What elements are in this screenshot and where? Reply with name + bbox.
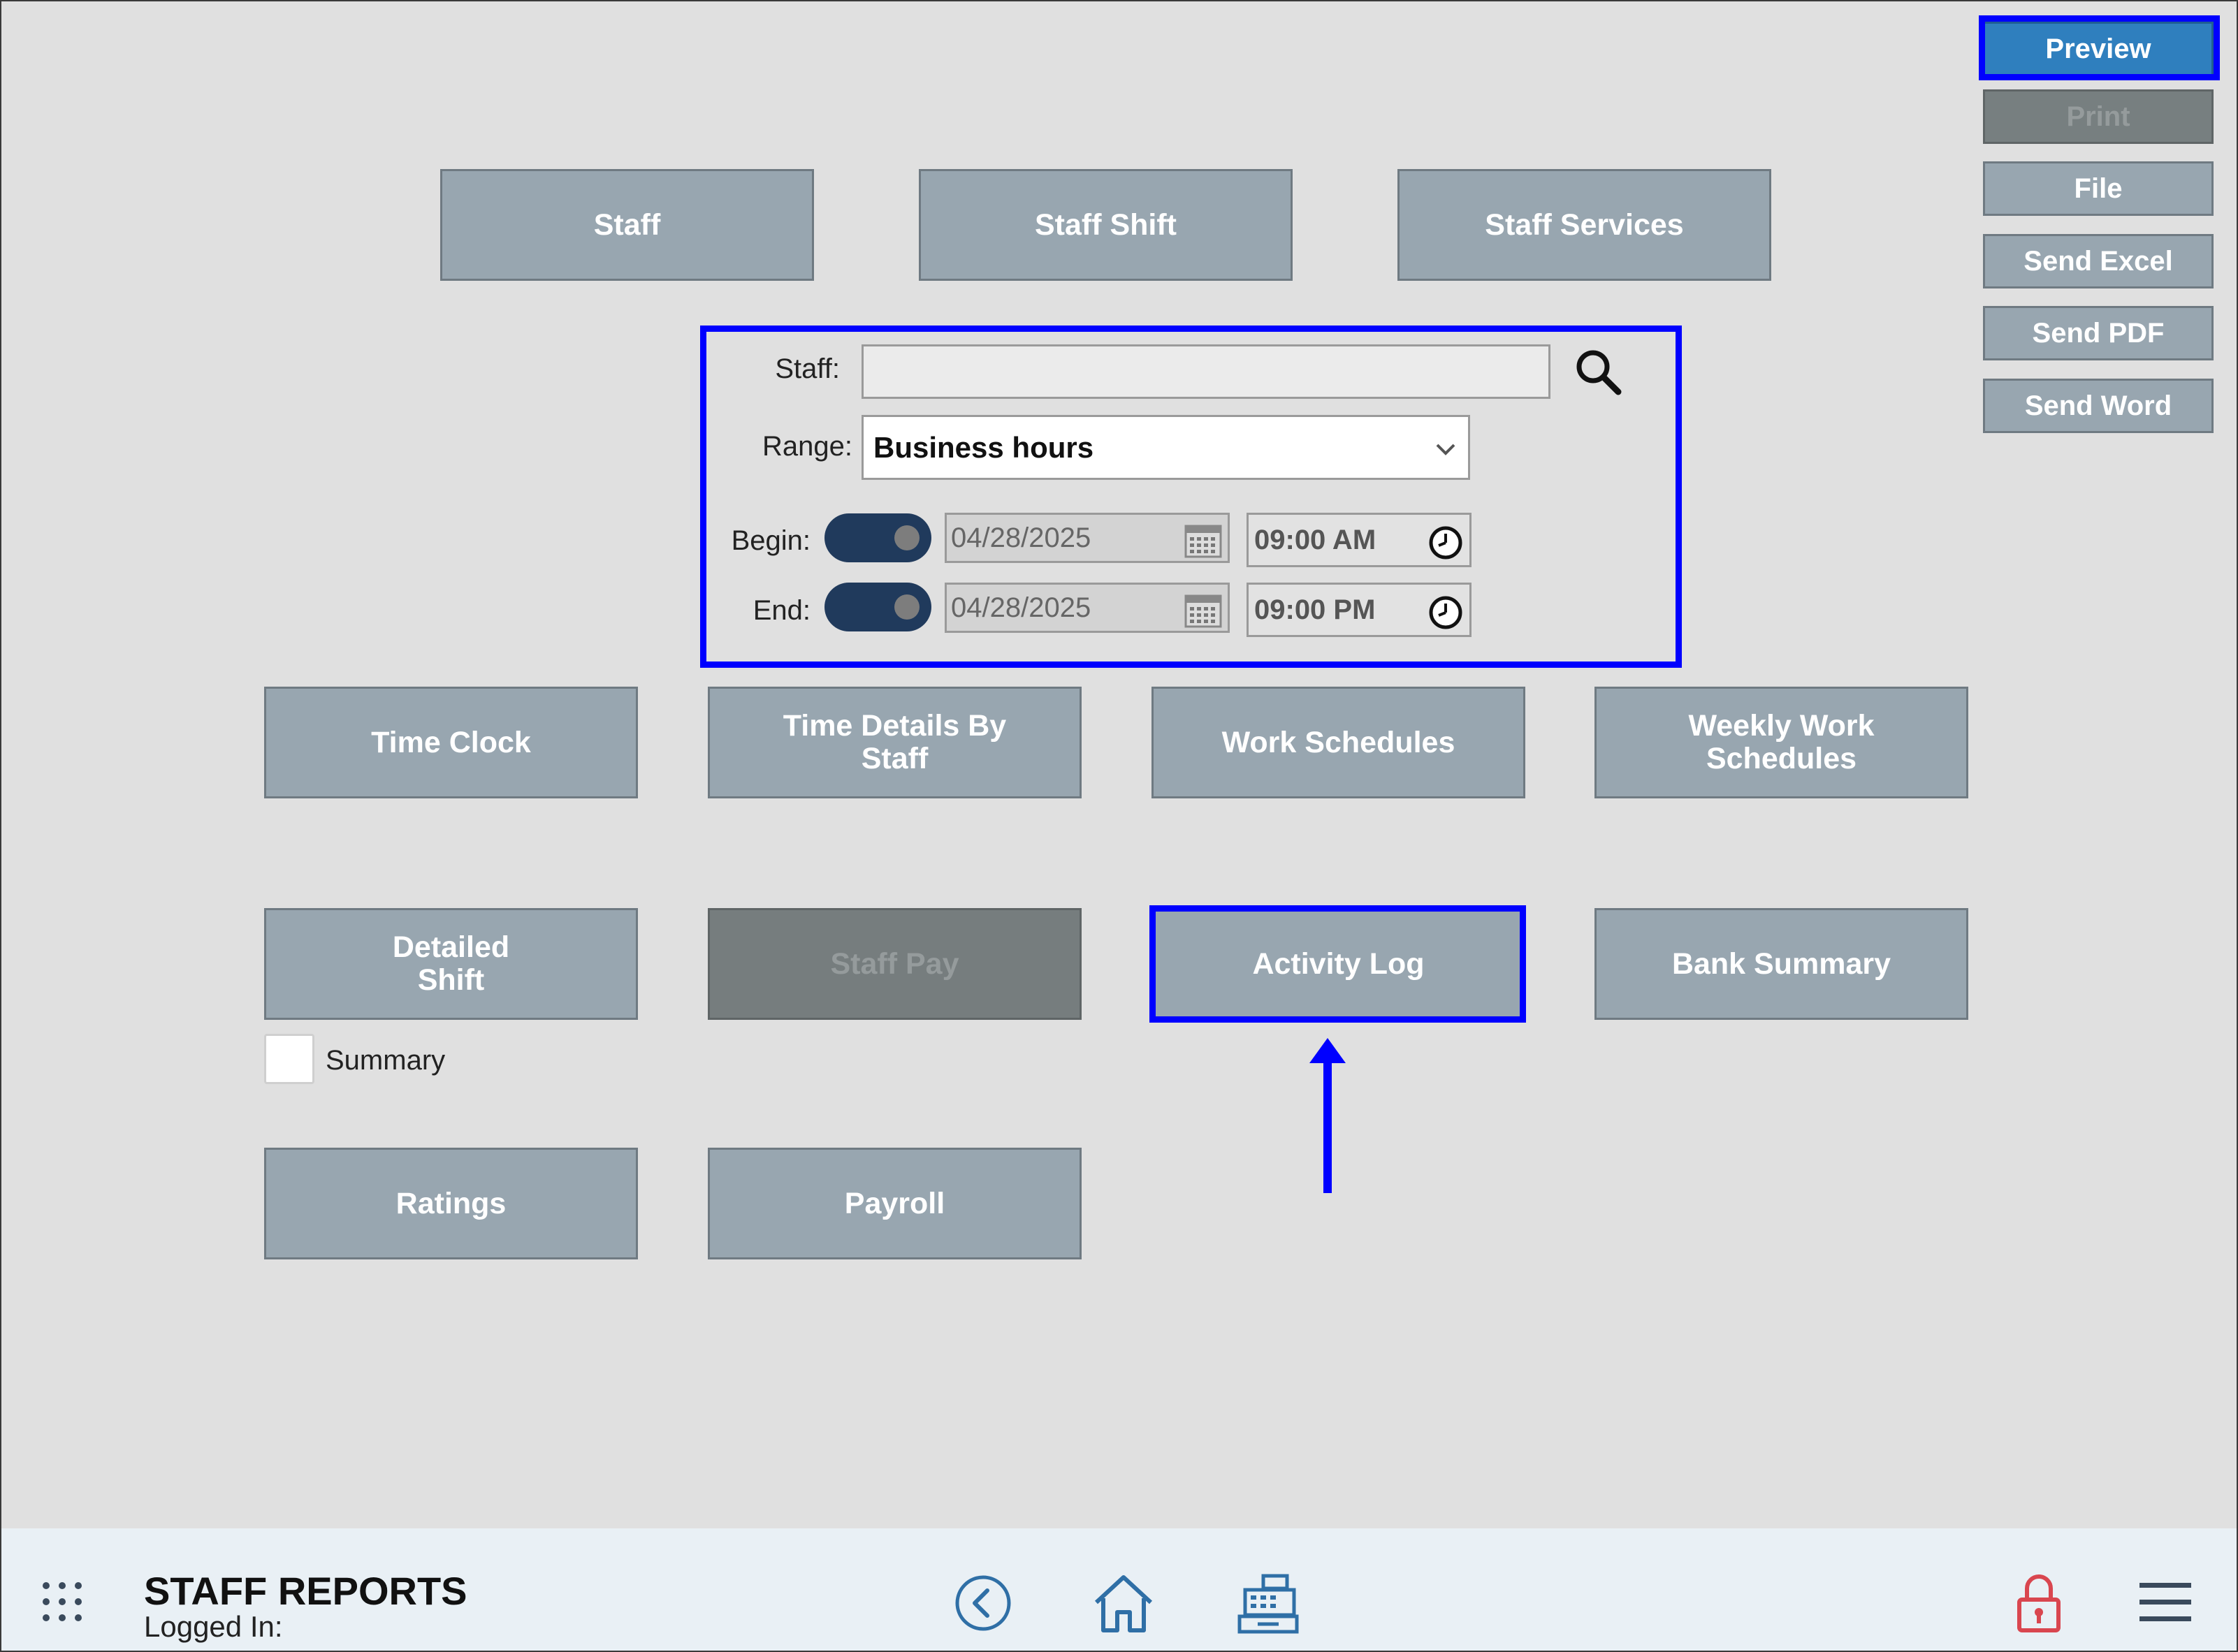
work-schedules-report-button[interactable]: Work Schedules [1151, 687, 1525, 798]
detailed-shift-label: Detailed Shift [392, 930, 510, 997]
end-toggle[interactable] [824, 583, 931, 631]
calendar-icon[interactable] [1183, 520, 1223, 560]
begin-time-field[interactable]: 09:00 AM [1247, 513, 1472, 567]
time-clock-report-button[interactable]: Time Clock [264, 687, 638, 798]
home-icon[interactable] [1092, 1572, 1155, 1635]
file-button[interactable]: File [1983, 161, 2214, 216]
cash-register-icon[interactable] [1237, 1573, 1300, 1636]
staff-filter-input[interactable] [862, 344, 1550, 399]
clock-icon[interactable] [1427, 594, 1464, 631]
arrow-up-icon [1307, 1035, 1349, 1193]
range-label: Range: [762, 431, 852, 462]
calendar-icon[interactable] [1183, 590, 1223, 629]
time-details-by-staff-label: Time Details By Staff [783, 709, 1007, 775]
lock-icon[interactable] [2016, 1572, 2062, 1635]
end-date-value: 04/28/2025 [951, 592, 1091, 623]
staff-filter-label: Staff: [775, 353, 840, 384]
bank-summary-report-button[interactable]: Bank Summary [1594, 908, 1968, 1020]
begin-toggle[interactable] [824, 513, 931, 562]
weekly-work-schedules-report-button[interactable]: Weekly Work Schedules [1594, 687, 1968, 798]
clock-icon[interactable] [1427, 525, 1464, 561]
hamburger-menu-icon[interactable] [2138, 1580, 2193, 1625]
ratings-report-button[interactable]: Ratings [264, 1148, 638, 1259]
staff-report-button[interactable]: Staff [440, 169, 814, 281]
end-date-field[interactable]: 04/28/2025 [945, 583, 1230, 633]
summary-checkbox-label: Summary [326, 1045, 446, 1076]
detailed-shift-report-button[interactable]: Detailed Shift [264, 908, 638, 1020]
search-icon[interactable] [1572, 346, 1625, 398]
page-title: STAFF REPORTS [144, 1569, 467, 1613]
activity-log-report-button[interactable]: Activity Log [1151, 908, 1525, 1020]
send-excel-button[interactable]: Send Excel [1983, 234, 2214, 288]
send-word-button[interactable]: Send Word [1983, 379, 2214, 433]
range-select[interactable]: Business hours [862, 415, 1470, 480]
begin-date-value: 04/28/2025 [951, 522, 1091, 553]
begin-date-field[interactable]: 04/28/2025 [945, 513, 1230, 563]
apps-grid-icon[interactable] [41, 1580, 84, 1623]
payroll-report-button[interactable]: Payroll [708, 1148, 1082, 1259]
back-icon[interactable] [954, 1574, 1012, 1632]
end-time-field[interactable]: 09:00 PM [1247, 583, 1472, 637]
summary-checkbox[interactable] [264, 1034, 314, 1084]
preview-button[interactable]: Preview [1983, 22, 2214, 76]
time-details-by-staff-report-button[interactable]: Time Details By Staff [708, 687, 1082, 798]
print-button[interactable]: Print [1983, 89, 2214, 144]
begin-label: Begin: [731, 525, 811, 556]
begin-time-value: 09:00 AM [1254, 524, 1376, 555]
range-selected-value: Business hours [873, 431, 1094, 464]
weekly-work-schedules-label: Weekly Work Schedules [1688, 709, 1875, 775]
staff-pay-report-button[interactable]: Staff Pay [708, 908, 1082, 1020]
staff-shift-report-button[interactable]: Staff Shift [919, 169, 1293, 281]
logged-in-label: Logged In: [144, 1610, 283, 1643]
end-label: End: [753, 595, 811, 626]
chevron-down-icon [1433, 437, 1458, 462]
staff-services-report-button[interactable]: Staff Services [1397, 169, 1771, 281]
send-pdf-button[interactable]: Send PDF [1983, 306, 2214, 360]
end-time-value: 09:00 PM [1254, 594, 1376, 625]
